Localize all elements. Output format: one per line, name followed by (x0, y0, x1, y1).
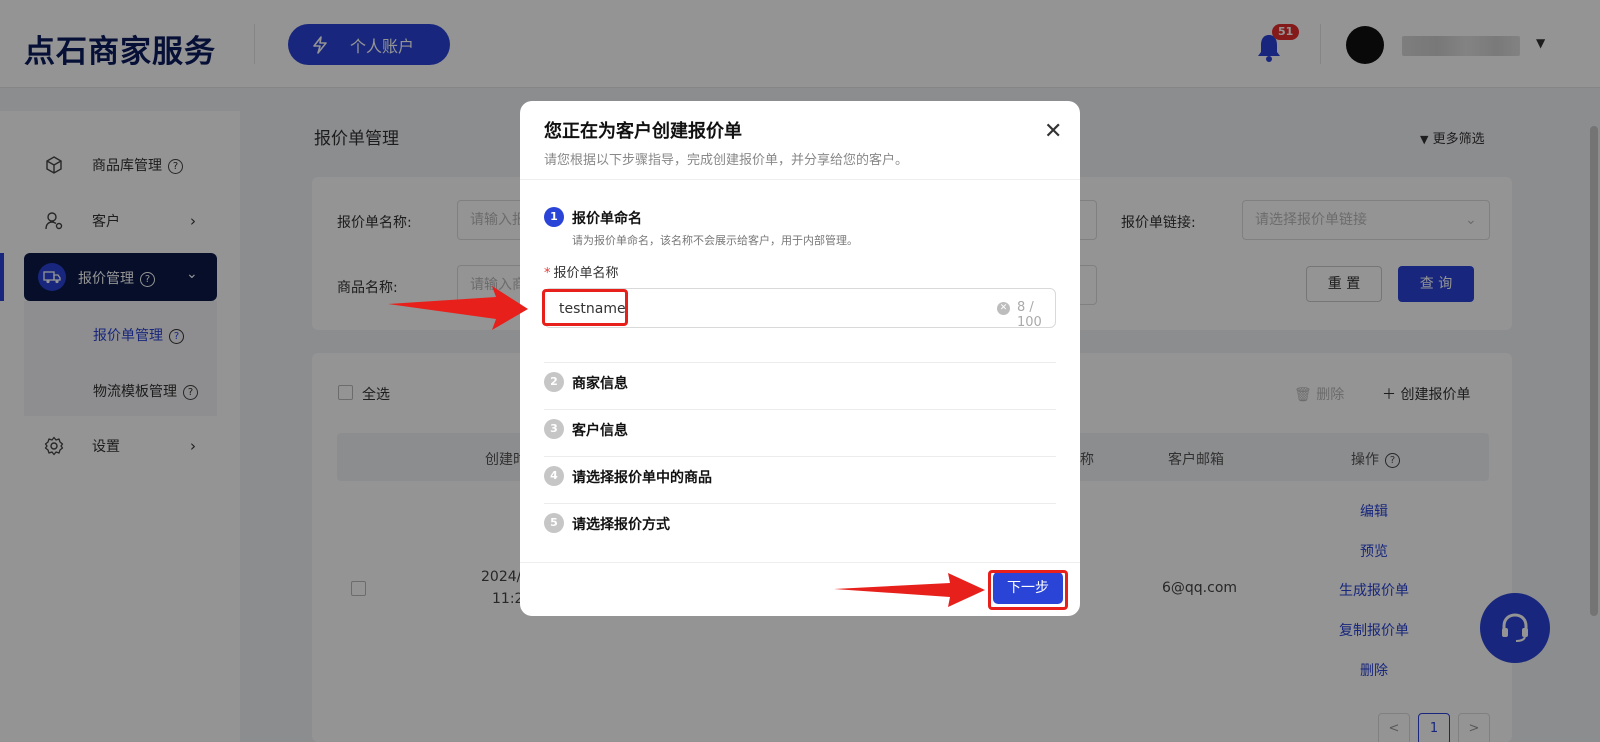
arrow-to-next-button (834, 573, 985, 607)
annotation-arrows (388, 286, 985, 607)
arrow-to-input (388, 286, 528, 330)
